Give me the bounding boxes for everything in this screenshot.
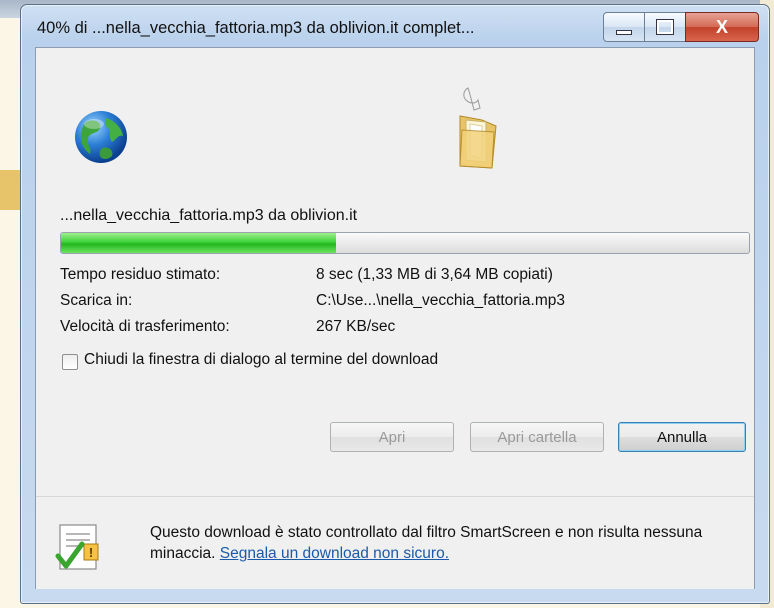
progress-fill xyxy=(61,233,337,253)
close-icon: X xyxy=(715,16,728,37)
close-on-complete-label[interactable]: Chiudi la finestra di dialogo al termine… xyxy=(84,351,438,369)
remaining-time-value: 8 sec (1,33 MB di 3,64 MB copiati) xyxy=(316,266,553,283)
smartscreen-message: Questo download è stato controllato dal … xyxy=(150,522,740,564)
svg-text:!: ! xyxy=(89,545,93,560)
minimize-button[interactable] xyxy=(603,12,645,42)
open-folder-button[interactable]: Apri cartella xyxy=(470,422,604,452)
open-button[interactable]: Apri xyxy=(330,422,454,452)
globe-icon xyxy=(75,111,127,163)
window-title: 40% di ...nella_vecchia_fattoria.mp3 da … xyxy=(37,19,475,37)
download-panel: ...nella_vecchia_fattoria.mp3 da oblivio… xyxy=(36,48,754,488)
shield-check-icon: ! xyxy=(55,524,99,570)
minimize-icon xyxy=(616,29,632,35)
download-progress-bar xyxy=(60,232,750,254)
maximize-button[interactable] xyxy=(644,12,686,42)
close-button[interactable]: X xyxy=(685,12,759,42)
maximize-icon xyxy=(656,19,674,35)
download-dialog: 40% di ...nella_vecchia_fattoria.mp3 da … xyxy=(20,4,770,604)
dialog-body: ...nella_vecchia_fattoria.mp3 da oblivio… xyxy=(35,47,755,589)
close-on-complete-checkbox[interactable] xyxy=(62,354,78,370)
download-filename: ...nella_vecchia_fattoria.mp3 da oblivio… xyxy=(60,207,358,224)
download-to-label: Scarica in: xyxy=(60,292,133,309)
remaining-time-label: Tempo residuo stimato: xyxy=(60,266,221,283)
folder-icon xyxy=(459,87,497,169)
cancel-button[interactable]: Annulla xyxy=(618,422,746,452)
transfer-rate-label: Velocità di trasferimento: xyxy=(60,318,230,335)
transfer-rate-value: 267 KB/sec xyxy=(316,318,396,335)
report-unsafe-download-link[interactable]: Segnala un download non sicuro. xyxy=(220,545,449,562)
download-to-value: C:\Use...\nella_vecchia_fattoria.mp3 xyxy=(316,292,565,309)
